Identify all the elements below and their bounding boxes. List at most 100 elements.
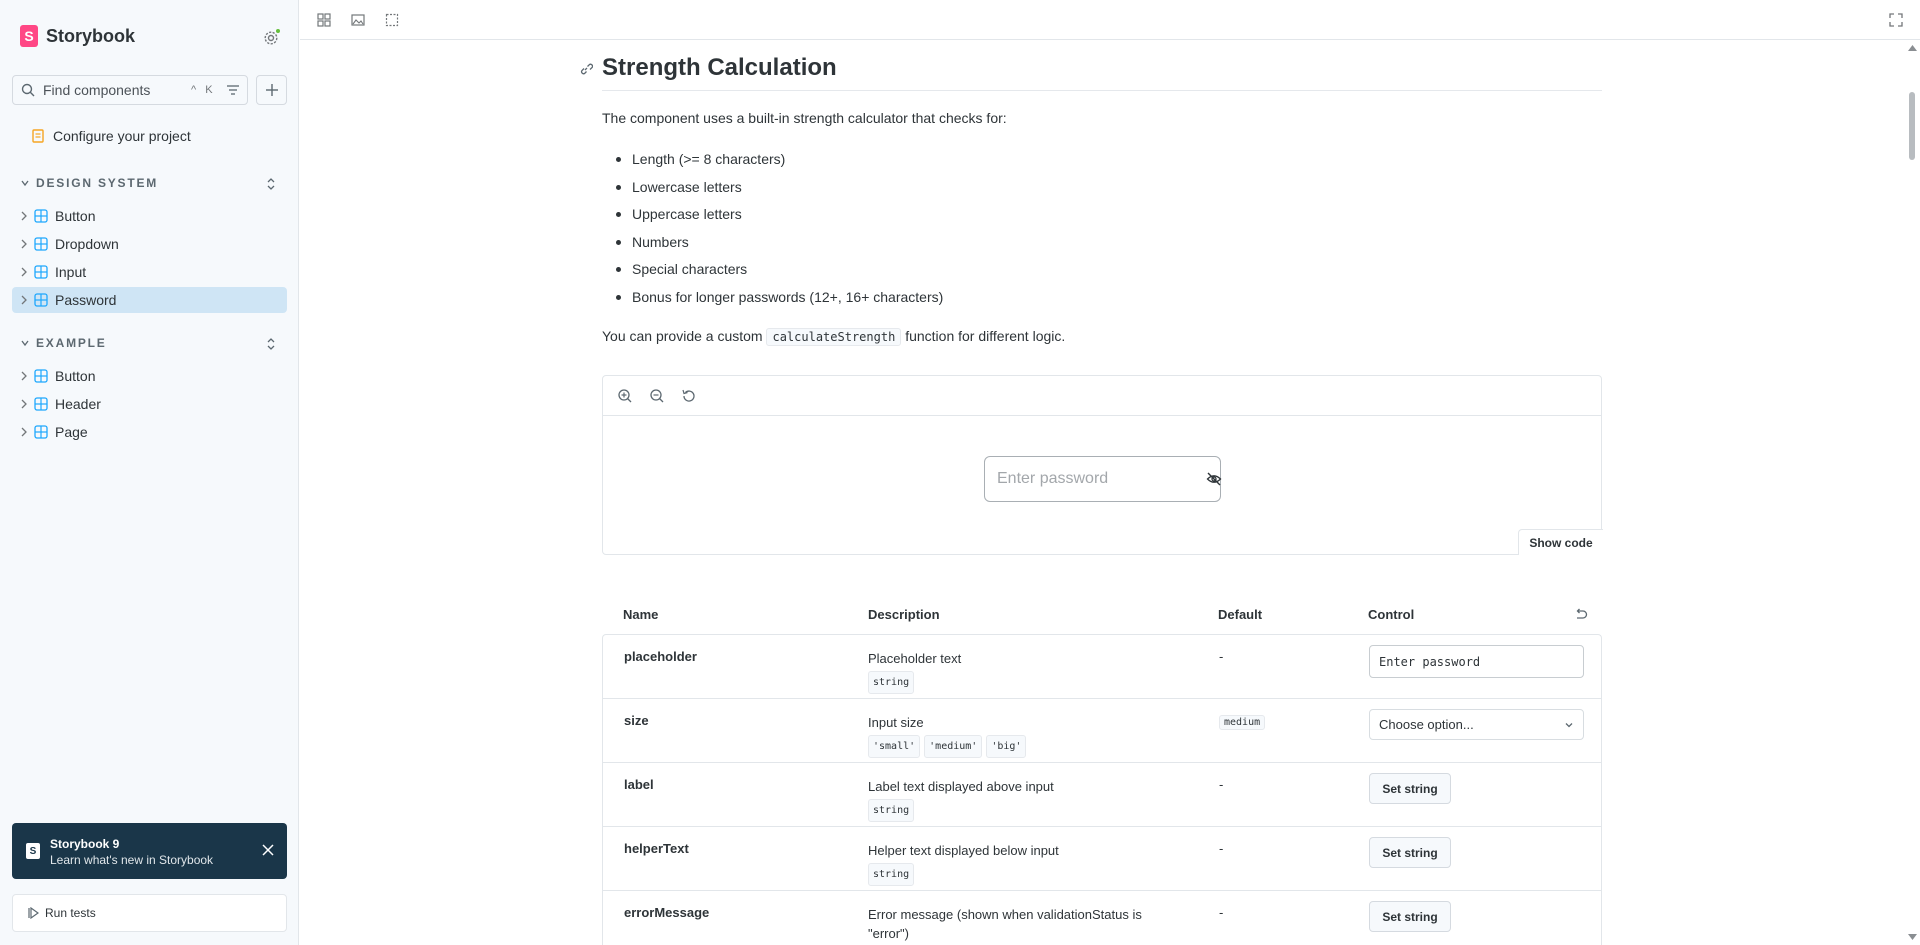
search-box[interactable]: ^ K — [12, 75, 248, 105]
sidebar-item-label: Page — [55, 424, 88, 440]
arg-description: Label text displayed above input string — [868, 777, 1188, 822]
heading-divider — [602, 90, 1602, 91]
strength-criteria-list: Length (>= 8 characters) Lowercase lette… — [602, 149, 943, 315]
scroll-up-arrow-icon[interactable] — [1908, 45, 1917, 51]
chevron-right-icon — [21, 267, 27, 277]
table-row: helperText Helper text displayed below i… — [603, 827, 1601, 891]
section-header-example[interactable]: EXAMPLE — [20, 336, 107, 350]
sidebar-item-example-button[interactable]: Button — [12, 363, 287, 389]
type-tag: string — [868, 863, 915, 886]
sidebar-item-input[interactable]: Input — [12, 259, 287, 285]
set-string-button[interactable]: Set string — [1369, 901, 1451, 932]
fullscreen-icon — [1889, 13, 1903, 27]
run-tests-button[interactable]: Run tests — [12, 894, 287, 932]
set-string-button[interactable]: Set string — [1369, 773, 1451, 804]
arg-default: - — [1219, 649, 1224, 664]
scroll-down-arrow-icon[interactable] — [1908, 934, 1917, 940]
arg-description-text: Helper text displayed below input — [868, 843, 1059, 858]
set-string-button[interactable]: Set string — [1369, 837, 1451, 868]
grid-icon — [317, 13, 331, 27]
password-input[interactable]: Enter password — [984, 456, 1222, 502]
sidebar-item-label: Button — [55, 368, 96, 384]
arg-description-text: Input size — [868, 715, 924, 730]
scrollbar-thumb[interactable] — [1909, 92, 1915, 160]
sidebar: S Storybook ^ K Configure your project D… — [0, 0, 299, 945]
chevron-down-icon — [1565, 722, 1573, 727]
sidebar-item-label: Dropdown — [55, 236, 119, 252]
arg-default: - — [1219, 905, 1224, 920]
arg-description: Error message (shown when validationStat… — [868, 905, 1168, 943]
args-table: placeholder Placeholder text string - En… — [602, 634, 1602, 945]
sidebar-item-page[interactable]: Page — [12, 419, 287, 445]
chevron-right-icon — [21, 399, 27, 409]
sidebar-item-dropdown[interactable]: Dropdown — [12, 231, 287, 257]
settings-gear-button[interactable] — [261, 28, 281, 48]
table-row: size Input size 'small''medium''big' med… — [603, 699, 1601, 763]
sidebar-item-configure[interactable]: Configure your project — [32, 128, 191, 144]
list-item: Uppercase letters — [602, 204, 943, 232]
sidebar-item-label: Input — [55, 264, 87, 280]
chevron-right-icon — [21, 239, 27, 249]
sidebar-item-password[interactable]: Password — [12, 287, 287, 313]
zoom-reset-icon[interactable] — [681, 388, 697, 404]
component-icon — [34, 265, 48, 279]
close-icon[interactable] — [262, 844, 274, 856]
list-item: Special characters — [602, 259, 943, 287]
preview-toolbar — [300, 0, 1920, 40]
sidebar-item-header[interactable]: Header — [12, 391, 287, 417]
size-select-control[interactable]: Choose option... — [1369, 709, 1584, 740]
expand-collapse-icon[interactable] — [265, 336, 277, 352]
component-icon — [34, 293, 48, 307]
add-story-button[interactable] — [256, 75, 287, 105]
outline-toggle-button[interactable] — [384, 12, 400, 28]
grid-toggle-button[interactable] — [316, 12, 332, 28]
image-icon — [351, 14, 365, 26]
table-row: placeholder Placeholder text string - En… — [603, 635, 1601, 699]
anchor-link-icon[interactable] — [579, 62, 593, 76]
inline-code: calculateStrength — [766, 328, 902, 346]
type-tag: 'medium' — [924, 735, 983, 758]
notification-title: Storybook 9 — [50, 837, 120, 851]
component-icon — [34, 425, 48, 439]
background-toggle-button[interactable] — [350, 12, 366, 28]
arg-description: Placeholder text string — [868, 649, 1188, 694]
arg-default: medium — [1219, 713, 1269, 730]
expand-collapse-icon[interactable] — [265, 176, 277, 192]
show-code-button[interactable]: Show code — [1518, 529, 1603, 555]
sidebar-item-label: Configure your project — [53, 128, 191, 144]
eye-off-icon[interactable] — [1206, 471, 1222, 487]
arg-description: Input size 'small''medium''big' — [868, 713, 1188, 758]
filter-icon[interactable] — [226, 83, 240, 97]
zoom-toolbar — [603, 376, 1601, 416]
chevron-right-icon — [21, 295, 27, 305]
component-icon — [34, 369, 48, 383]
reset-controls-icon[interactable] — [1574, 608, 1588, 622]
table-row: errorMessage Error message (shown when v… — [603, 891, 1601, 945]
docs-scrollbar[interactable] — [1905, 41, 1920, 945]
arg-description-text: Error message (shown when validationStat… — [868, 907, 1142, 941]
chevron-right-icon — [21, 427, 27, 437]
search-input[interactable] — [43, 82, 183, 98]
fullscreen-button[interactable] — [1888, 12, 1904, 28]
type-tag: 'small' — [868, 735, 921, 758]
arg-description: Helper text displayed below input string — [868, 841, 1188, 886]
play-icon — [28, 907, 39, 919]
arg-name: size — [624, 713, 649, 728]
placeholder-text-control[interactable]: Enter password — [1369, 645, 1584, 678]
section-header-design-system[interactable]: DESIGN SYSTEM — [20, 176, 158, 190]
zoom-out-icon[interactable] — [649, 388, 665, 404]
chevron-right-icon — [21, 211, 27, 221]
sidebar-item-label: Button — [55, 208, 96, 224]
run-tests-label: Run tests — [45, 906, 96, 920]
sidebar-item-button[interactable]: Button — [12, 203, 287, 229]
zoom-in-icon[interactable] — [617, 388, 633, 404]
list-item: Length (>= 8 characters) — [602, 149, 943, 177]
story-preview-canvas: Enter password Show code — [602, 375, 1603, 555]
default-tag: medium — [1219, 715, 1266, 730]
section-title: EXAMPLE — [36, 336, 107, 350]
whats-new-notification[interactable]: S Storybook 9 Learn what's new in Storyb… — [12, 823, 287, 879]
intro-text: The component uses a built-in strength c… — [602, 110, 1007, 126]
arg-description-text: Placeholder text — [868, 651, 962, 666]
arg-name: placeholder — [624, 649, 697, 664]
storybook-logo[interactable]: S Storybook — [20, 25, 135, 47]
